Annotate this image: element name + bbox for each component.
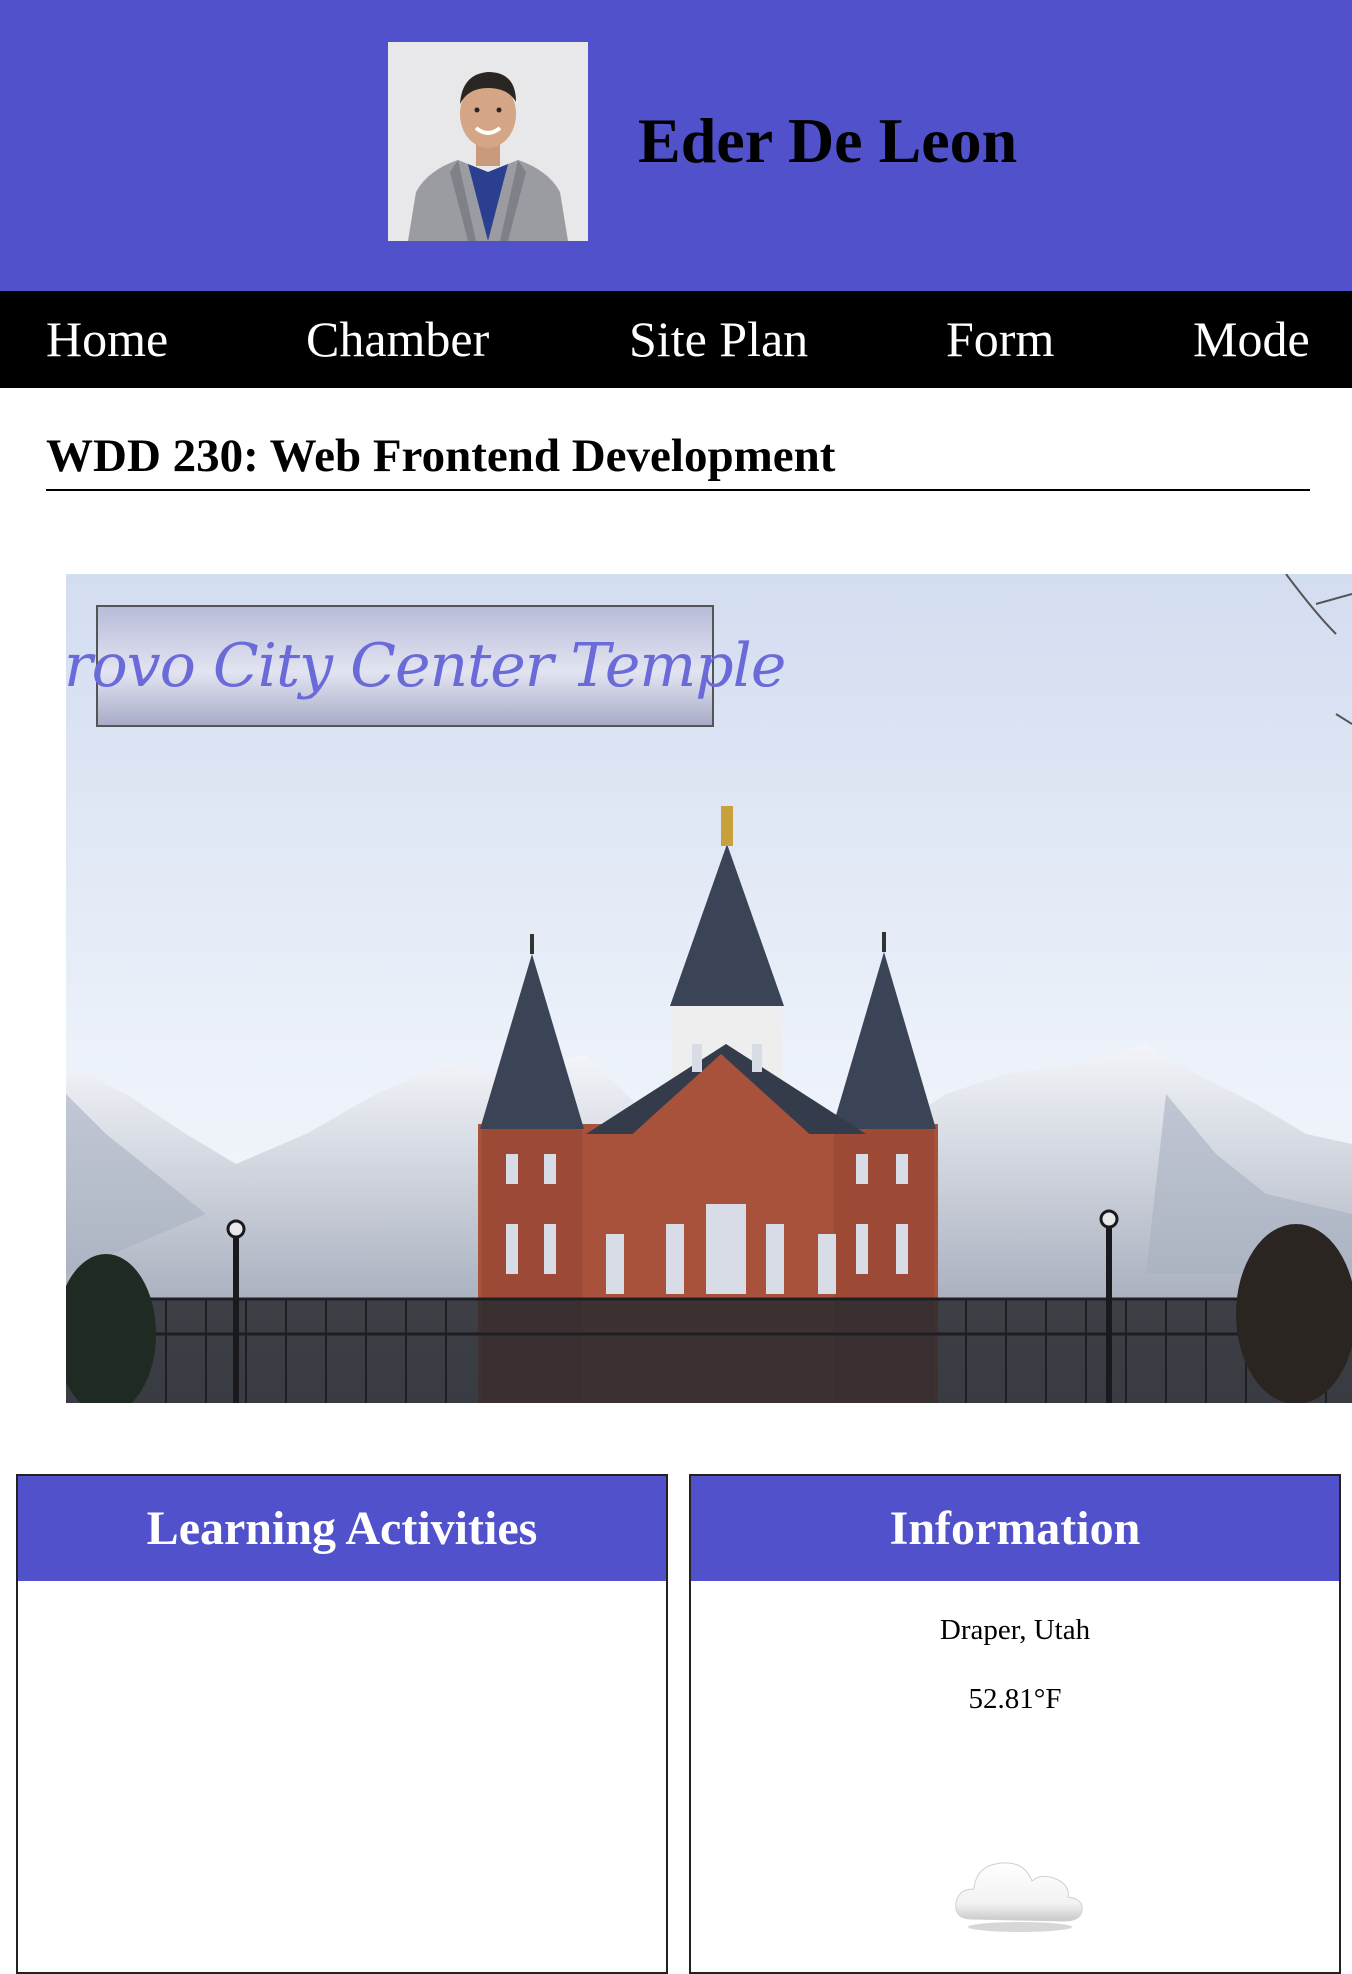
nav-link-chamber[interactable]: Chamber xyxy=(306,291,489,388)
learning-activities-heading: Learning Activities xyxy=(18,1476,666,1581)
profile-photo xyxy=(388,42,588,241)
learning-activities-card: Learning Activities xyxy=(16,1474,668,1974)
weather-location: Draper, Utah xyxy=(939,1614,1091,1646)
main-navigation: Home Chamber Site Plan Form Mode xyxy=(0,291,1352,388)
nav-link-home[interactable]: Home xyxy=(46,291,168,388)
information-heading: Information xyxy=(691,1476,1339,1581)
information-card: Information Draper, Utah 52.81°F xyxy=(689,1474,1341,1974)
site-owner-name: Eder De Leon xyxy=(638,105,1018,176)
hero-image: Provo City Center Temple xyxy=(66,574,1352,1403)
weather-temperature: 52.81°F xyxy=(968,1683,1062,1715)
nav-link-form[interactable]: Form xyxy=(946,291,1054,388)
hero-banner-title: Provo City Center Temple xyxy=(66,605,786,727)
nav-link-mode[interactable]: Mode xyxy=(1193,291,1310,388)
site-header: Eder De Leon xyxy=(0,0,1352,291)
cloud-icon xyxy=(952,1847,1086,1937)
profile-photo-image xyxy=(388,42,588,241)
nav-link-site-plan[interactable]: Site Plan xyxy=(629,291,808,388)
course-title: WDD 230: Web Frontend Development xyxy=(46,425,1310,491)
